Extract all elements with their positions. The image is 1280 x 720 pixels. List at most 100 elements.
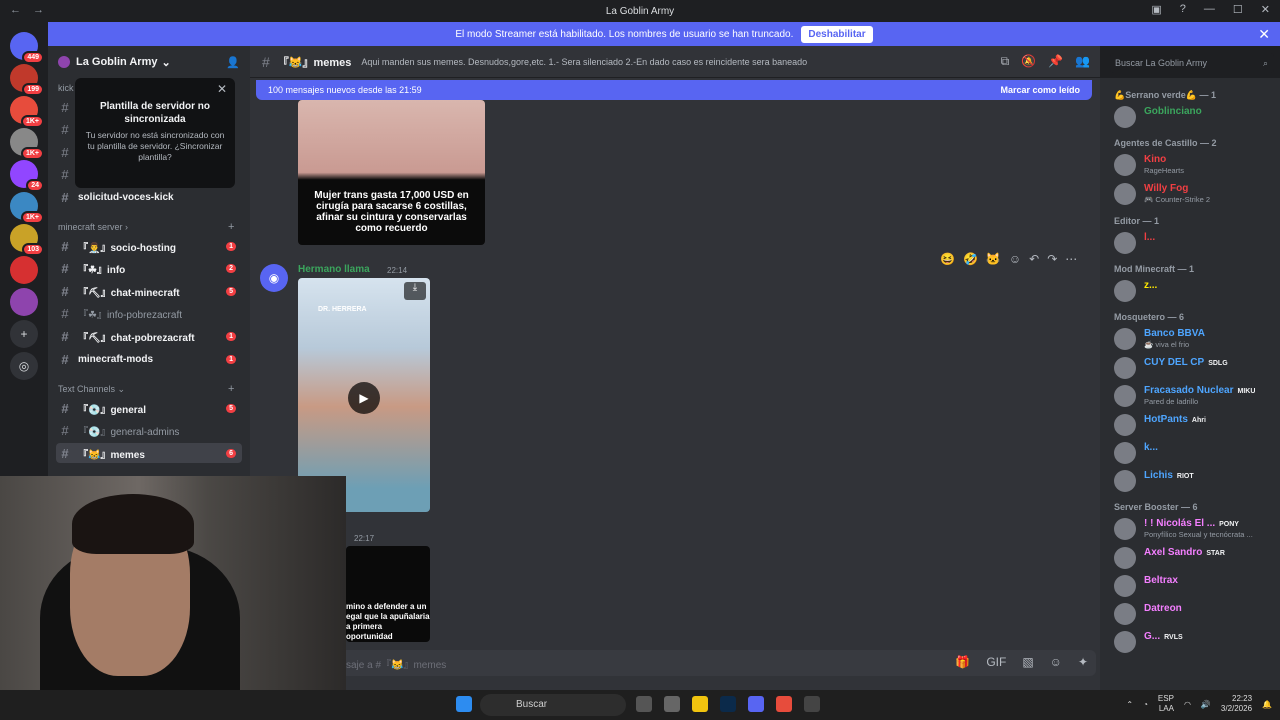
message-input[interactable]: saje a #『😹』memes 🎁 GIF ▧ ☺ ✦	[266, 650, 1096, 676]
inbox-icon[interactable]: ▣	[1151, 3, 1161, 16]
file-explorer-icon[interactable]	[636, 696, 652, 712]
language-indicator[interactable]: ESP LAA	[1158, 694, 1174, 714]
server-icon[interactable]: 1K+	[10, 96, 44, 128]
member-list: 💪Serrano verde💪 — 1 Goblinciano Agentes de…	[1100, 78, 1280, 690]
channel-topic[interactable]: Aqui manden sus memes. Desnudos,gore,etc…	[361, 57, 807, 67]
avatar	[1114, 414, 1136, 436]
apps-icon[interactable]: ✦	[1078, 655, 1088, 669]
server-icon[interactable]: 1K+	[10, 192, 44, 224]
category-minecraft[interactable]: minecraft server › +	[58, 221, 234, 233]
notifications-icon[interactable]: 🔕	[1021, 54, 1036, 69]
discover-icon[interactable]: ◎	[10, 352, 38, 380]
gif-icon[interactable]: GIF	[986, 655, 1006, 669]
member-item[interactable]: G... RVLS	[1114, 629, 1274, 653]
emoji-icon[interactable]: ☺	[1050, 655, 1062, 669]
channel-item[interactable]: # 『⛏』chat-minecraft 5	[56, 281, 242, 301]
close-button[interactable]: ✕	[1261, 3, 1270, 16]
member-item[interactable]: CUY DEL CP SDLG	[1114, 355, 1274, 379]
add-channel-icon[interactable]: +	[228, 383, 234, 395]
close-icon[interactable]: ✕	[1258, 26, 1270, 43]
notification-icon[interactable]: 🔔	[1262, 700, 1272, 709]
category-kick[interactable]: kick	[58, 83, 74, 93]
meme-image[interactable]: Mujer trans gasta 17,000 USD en cirugía …	[298, 100, 485, 245]
member-item[interactable]: Banco BBVA ☕ viva el frio	[1114, 326, 1274, 350]
play-icon[interactable]: ▶	[348, 382, 380, 414]
chrome-icon[interactable]	[776, 696, 792, 712]
clock[interactable]: 22:23 3/2/2026	[1221, 694, 1252, 714]
member-item[interactable]: HotPants Ahri	[1114, 412, 1274, 436]
member-item[interactable]: Willy Fog 🎮 Counter-Strike 2	[1114, 181, 1274, 205]
channel-item[interactable]: # minecraft-mods 1	[56, 349, 242, 369]
search-input[interactable]: Buscar La Goblin Army ⌕	[1110, 53, 1274, 73]
member-item[interactable]: Lichis RIOT	[1114, 468, 1274, 492]
member-item[interactable]: l...	[1114, 230, 1274, 254]
taskbar-search[interactable]: Buscar	[480, 694, 626, 716]
sticker-icon[interactable]: ▧	[1022, 655, 1033, 669]
mark-read-button[interactable]: Marcar como leído	[1000, 85, 1080, 95]
windows-start-icon[interactable]	[456, 696, 472, 712]
server-icon[interactable]: 1K+	[10, 128, 44, 160]
avatar[interactable]: ◉	[260, 264, 288, 292]
server-icon[interactable]: 199	[10, 64, 44, 96]
download-icon[interactable]: ⤓	[404, 282, 426, 300]
discord-icon[interactable]	[748, 696, 764, 712]
volume-icon[interactable]: 🔊	[1201, 700, 1211, 709]
channel-item[interactable]: # 『💿』general 5	[56, 398, 242, 418]
back-icon[interactable]: ←	[10, 4, 21, 16]
reaction-emoji-1[interactable]: 😆	[940, 252, 955, 266]
chevron-up-icon[interactable]: ⌃	[1126, 700, 1133, 709]
minimize-button[interactable]: —	[1204, 3, 1215, 16]
threads-icon[interactable]: ⧉	[1001, 54, 1010, 69]
add-reaction-icon[interactable]: ☺	[1009, 252, 1021, 266]
video-attachment[interactable]: mino a defender a un egal que la apuñala…	[346, 546, 430, 642]
channel-item[interactable]: # 『☘』info-pobrezacraft	[56, 304, 242, 324]
server-icon[interactable]	[10, 288, 38, 316]
reaction-emoji-2[interactable]: 🤣	[963, 252, 978, 266]
disable-button[interactable]: Deshabilitar	[801, 25, 873, 43]
member-item[interactable]: Beltrax	[1114, 573, 1274, 597]
channel-solicitud-voces-kick[interactable]: # solicitud-voces-kick	[56, 187, 242, 207]
help-icon[interactable]: ?	[1180, 3, 1186, 16]
server-icon[interactable]: 449	[10, 32, 44, 64]
network-icon[interactable]: ◔	[1143, 700, 1148, 709]
reply-icon[interactable]: ↶	[1029, 252, 1039, 266]
app-icon[interactable]	[804, 696, 820, 712]
server-icon[interactable]: 103	[10, 224, 44, 256]
member-item[interactable]: z...	[1114, 278, 1274, 302]
member-item[interactable]: Datreon	[1114, 601, 1274, 625]
server-header[interactable]: La Goblin Army ⌄ 👤	[48, 46, 250, 78]
channel-item[interactable]: # 『☘』info 2	[56, 259, 242, 279]
forward-icon[interactable]: →	[33, 4, 44, 16]
message-author[interactable]: Hermano llama	[298, 264, 370, 275]
member-item[interactable]: Axel Sandro STAR	[1114, 545, 1274, 569]
server-icon[interactable]: 24	[10, 160, 44, 192]
more-icon[interactable]: ⋯	[1065, 252, 1077, 266]
channel-item[interactable]: # 『⛏』chat-pobrezacraft 1	[56, 326, 242, 346]
gift-icon[interactable]: 🎁	[955, 655, 970, 669]
add-channel-icon[interactable]: +	[228, 221, 234, 233]
category-text[interactable]: Text Channels ⌄ +	[58, 383, 234, 395]
wifi-icon[interactable]: ◠	[1184, 700, 1191, 709]
close-icon[interactable]: ✕	[217, 82, 227, 96]
member-item[interactable]: Fracasado Nuclear MIKU Pared de ladrillo	[1114, 383, 1274, 407]
folder-icon[interactable]	[692, 696, 708, 712]
new-messages-bar[interactable]: 100 mensajes nuevos desde las 21:59 Marc…	[256, 80, 1092, 100]
member-item[interactable]: k...	[1114, 440, 1274, 464]
add-member-icon[interactable]: 👤	[226, 56, 240, 69]
add-server-icon[interactable]: +	[10, 320, 38, 348]
channel-item[interactable]: # 『😹』memes 6	[56, 443, 242, 464]
maximize-button[interactable]: ☐	[1233, 3, 1243, 16]
members-icon[interactable]: 👥	[1075, 54, 1090, 69]
channel-item[interactable]: # 『👨‍⚕️』socio-hosting 1	[56, 236, 242, 256]
channel-item[interactable]: # 『💿』general-admins	[56, 421, 242, 441]
app-icon[interactable]	[664, 696, 680, 712]
popup-body[interactable]: Tu servidor no está sincronizado con tu …	[85, 130, 225, 163]
server-icon[interactable]	[10, 256, 38, 284]
photoshop-icon[interactable]	[720, 696, 736, 712]
reaction-emoji-3[interactable]: 🐱	[986, 252, 1001, 266]
forward-icon[interactable]: ↷	[1047, 252, 1057, 266]
member-item[interactable]: ! ! Nicolás El ... PONY Ponyfílico Sexual …	[1114, 516, 1274, 540]
member-item[interactable]: Kino RageHearts	[1114, 152, 1274, 176]
member-item[interactable]: Goblinciano	[1114, 104, 1274, 128]
pinned-icon[interactable]: 📌	[1048, 54, 1063, 69]
